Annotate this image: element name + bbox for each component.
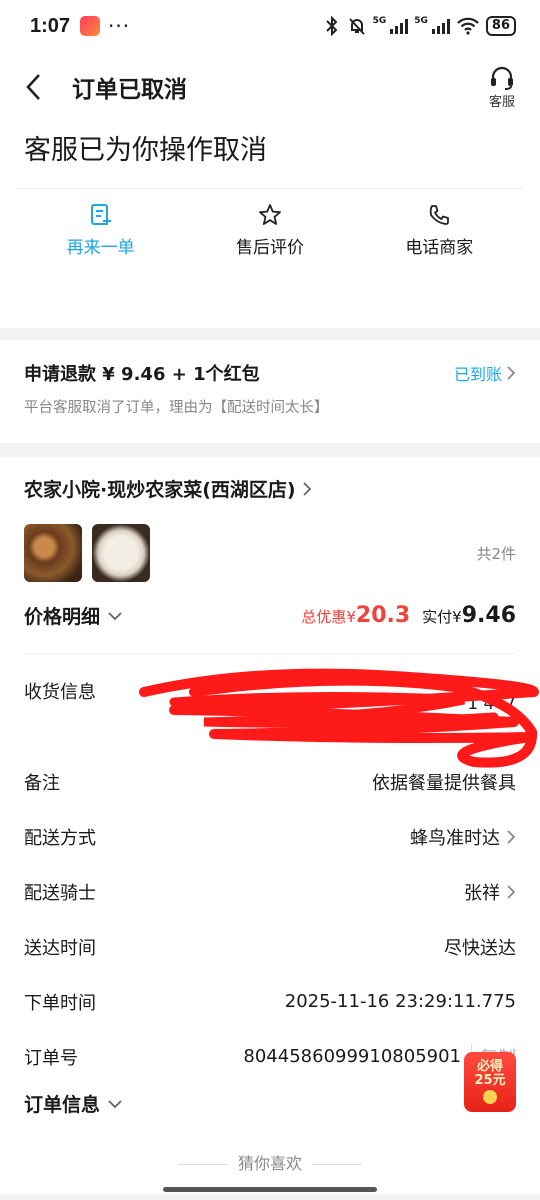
wifi-icon bbox=[457, 17, 479, 35]
battery-indicator: 86 bbox=[485, 16, 516, 36]
red-packet-line2: 25元 bbox=[474, 1073, 506, 1088]
signal-1-icon bbox=[390, 18, 409, 34]
mute-bell-icon bbox=[348, 18, 365, 35]
address-line: 1 467 bbox=[467, 694, 516, 714]
price-detail-label: 价格明细 bbox=[24, 606, 101, 628]
order-time-row: 下单时间 2025-11-16 23:29:11.775 bbox=[24, 974, 516, 1029]
order-number-text: 8044586099910805901 bbox=[243, 1046, 461, 1067]
chevron-down-icon bbox=[108, 1099, 122, 1108]
note-label: 备注 bbox=[24, 772, 60, 794]
network-type-1: 5G bbox=[372, 16, 387, 26]
call-merchant-label: 电话商家 bbox=[405, 238, 474, 258]
cancel-message: 客服已为你操作取消 bbox=[24, 135, 267, 166]
note-value: 依据餐量提供餐具 bbox=[372, 772, 516, 794]
rider-label: 配送骑士 bbox=[24, 882, 96, 904]
chevron-right-icon bbox=[302, 481, 311, 496]
chevron-right-icon bbox=[507, 366, 516, 380]
order-info-label: 订单信息 bbox=[24, 1094, 101, 1116]
note-row: 备注 依据餐量提供餐具 bbox=[24, 754, 516, 809]
status-time: 1:07 bbox=[30, 14, 71, 37]
item-count: 共2件 bbox=[476, 544, 516, 563]
discount-value: 20.3 bbox=[355, 603, 411, 628]
discount-label: 总优惠¥ bbox=[301, 608, 356, 626]
signal-2-icon bbox=[431, 18, 450, 34]
coin-icon bbox=[483, 1090, 497, 1105]
price-summary: 价格明细 总优惠¥20.3 实付¥9.46 bbox=[24, 602, 516, 654]
app-notification-icon bbox=[80, 16, 101, 36]
refund-reason: 平台客服取消了订单，理由为【配送时间太长】 bbox=[24, 400, 329, 416]
address-value: 1 467 bbox=[467, 678, 516, 714]
arrival-time-value: 尽快送达 bbox=[444, 937, 516, 959]
guess-you-like-label: 猜你喜欢 bbox=[237, 1154, 302, 1173]
delivery-method-text: 蜂鸟准时达 bbox=[410, 827, 500, 849]
order-time-value: 2025-11-16 23:29:11.775 bbox=[284, 991, 516, 1012]
page-title: 订单已取消 bbox=[72, 77, 187, 103]
food-image bbox=[24, 524, 82, 582]
rider-value: 张祥 bbox=[464, 879, 516, 905]
reorder-icon bbox=[90, 204, 111, 225]
order-number-label: 订单号 bbox=[24, 1047, 78, 1069]
network-type-2: 5G bbox=[414, 16, 428, 26]
refund-amount: 申请退款 ¥ 9.46 + 1个红包 bbox=[24, 364, 260, 385]
shop-name-link[interactable]: 农家小院·现炒农家菜(西湖区店) bbox=[24, 475, 516, 502]
order-number-row: 订单号 8044586099910805901 复制 bbox=[24, 1029, 516, 1084]
customer-service-button[interactable]: 客服 bbox=[488, 65, 516, 110]
action-bar: 再来一单 售后评价 电话商家 bbox=[16, 189, 524, 258]
order-info-toggle[interactable]: 订单信息 bbox=[24, 1090, 516, 1117]
star-icon bbox=[259, 204, 281, 225]
address-label: 收货信息 bbox=[24, 682, 96, 703]
delivery-method-label: 配送方式 bbox=[24, 827, 96, 849]
rider-row[interactable]: 配送骑士 张祥 bbox=[24, 864, 516, 919]
food-image bbox=[92, 524, 150, 582]
arrival-time-label: 送达时间 bbox=[24, 937, 96, 959]
paid-value: 9.46 bbox=[461, 603, 516, 628]
total-discount: 总优惠¥20.3 bbox=[301, 603, 410, 628]
review-button[interactable]: 售后评价 bbox=[195, 203, 345, 258]
review-label: 售后评价 bbox=[235, 238, 304, 258]
chevron-down-icon bbox=[108, 611, 122, 620]
bluetooth-icon bbox=[325, 16, 338, 36]
red-packet-button[interactable]: 必得 25元 bbox=[464, 1052, 516, 1112]
refund-status-label: 已到账 bbox=[453, 365, 502, 384]
back-button[interactable] bbox=[18, 72, 48, 102]
back-arrow-icon bbox=[26, 74, 40, 100]
rider-name: 张祥 bbox=[464, 882, 500, 904]
shop-name: 农家小院·现炒农家菜(西湖区店) bbox=[24, 479, 296, 501]
status-bar: 1:07 ··· 5G 5G 86 bbox=[0, 0, 540, 52]
item-thumbnails[interactable]: 共2件 bbox=[24, 524, 516, 582]
phone-icon bbox=[430, 205, 450, 225]
headset-icon bbox=[491, 66, 513, 90]
customer-service-label: 客服 bbox=[488, 94, 515, 110]
reorder-label: 再来一单 bbox=[66, 238, 135, 258]
price-detail-toggle[interactable]: 价格明细 bbox=[24, 602, 122, 629]
delivery-method-value: 蜂鸟准时达 bbox=[410, 824, 516, 850]
reorder-button[interactable]: 再来一单 bbox=[26, 203, 176, 258]
paid-label: 实付¥ bbox=[422, 608, 462, 626]
refund-card[interactable]: 申请退款 ¥ 9.46 + 1个红包 已到账 平台客服取消了订单，理由为【配送时… bbox=[0, 340, 540, 443]
call-merchant-button[interactable]: 电话商家 bbox=[364, 203, 514, 258]
red-packet-line1: 必得 bbox=[476, 1058, 503, 1074]
address-row: 收货信息 1 467 bbox=[24, 654, 539, 768]
order-card: 农家小院·现炒农家菜(西湖区店) 共2件 价格明细 总优惠¥20.3 实付¥9.… bbox=[0, 457, 540, 1194]
order-time-label: 下单时间 bbox=[24, 992, 96, 1014]
arrival-time-row: 送达时间 尽快送达 bbox=[24, 919, 516, 974]
home-indicator[interactable] bbox=[163, 1187, 377, 1192]
guess-you-like-header: 猜你喜欢 bbox=[0, 1150, 540, 1174]
delivery-method-row[interactable]: 配送方式 蜂鸟准时达 bbox=[24, 809, 516, 864]
more-notifications-icon: ··· bbox=[108, 14, 131, 38]
paid-amount: 实付¥9.46 bbox=[422, 603, 516, 628]
chevron-right-icon bbox=[507, 829, 516, 844]
nav-header: 订单已取消 客服 bbox=[0, 52, 540, 122]
status-card: 客服已为你操作取消 再来一单 售后评价 电话商家 bbox=[0, 122, 540, 328]
refund-status[interactable]: 已到账 bbox=[454, 361, 516, 385]
chevron-right-icon bbox=[507, 884, 516, 899]
